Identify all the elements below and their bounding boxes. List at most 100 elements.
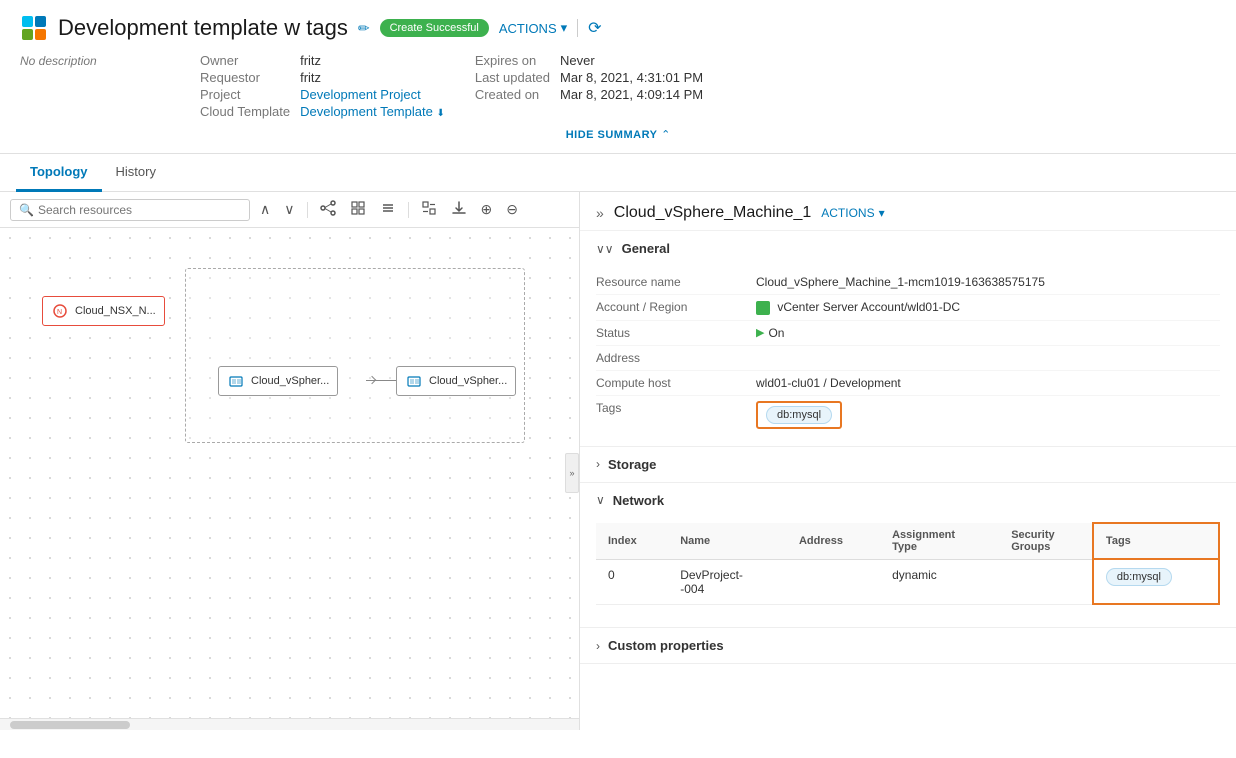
network-section-header[interactable]: ∨ Network (580, 483, 1236, 518)
col-security-groups: SecurityGroups (999, 523, 1093, 560)
grid-view-icon[interactable] (346, 198, 370, 221)
detail-chevron-icon: ▾ (879, 206, 885, 220)
play-icon: ▶ (756, 326, 764, 339)
project-link[interactable]: Development Project (300, 87, 421, 102)
meta-table-left: Owner fritz Requestor fritz Project Deve… (200, 52, 455, 120)
vsphere2-node-icon (405, 372, 423, 390)
general-fields: Resource name Cloud_vSphere_Machine_1-mc… (580, 266, 1236, 446)
detail-title: Cloud_vSphere_Machine_1 (614, 204, 811, 222)
last-updated-value: Mar 8, 2021, 4:31:01 PM (560, 69, 713, 86)
node-vsphere-2[interactable]: Cloud_vSpher... (396, 366, 516, 396)
detail-panel: » Cloud_vSphere_Machine_1 ACTIONS ▾ ∨ Ge… (580, 192, 1236, 730)
topology-scrollbar[interactable] (0, 718, 579, 730)
tag-chip: db:mysql (766, 406, 832, 424)
address-row: Address (596, 346, 1220, 371)
network-chevron-icon: ∨ (596, 493, 605, 507)
refresh-icon[interactable]: ⟳ (588, 18, 601, 38)
cloud-template-link[interactable]: Development Template ⬇ (300, 104, 445, 119)
col-tags: Tags (1093, 523, 1219, 560)
nsx-node-label: Cloud_NSX_N... (75, 305, 156, 317)
topology-group-box (185, 268, 525, 443)
network-table: Index Name Address AssignmentType Securi… (596, 522, 1220, 606)
custom-properties-title: Custom properties (608, 638, 724, 653)
topology-toolbar: 🔍 ∧ ∨ ⊕ ⊖ (0, 192, 579, 228)
scrollbar-thumb[interactable] (10, 721, 130, 729)
tags-label: Tags (596, 401, 756, 415)
nsx-node-icon: N (51, 302, 69, 320)
cell-assignment-type: dynamic (880, 559, 999, 604)
zoom-in-icon[interactable]: ⊕ (477, 199, 497, 220)
topology-panel: 🔍 ∧ ∨ ⊕ ⊖ (0, 192, 580, 730)
account-region-label: Account / Region (596, 300, 756, 314)
tab-topology[interactable]: Topology (16, 154, 102, 192)
detail-collapse-icon[interactable]: » (596, 205, 604, 221)
general-chevron-icon: ∨ (596, 242, 614, 256)
cell-tags: db:mysql (1093, 559, 1219, 604)
resource-name-row: Resource name Cloud_vSphere_Machine_1-mc… (596, 270, 1220, 295)
cell-name: DevProject--004 (668, 559, 787, 604)
tags-row: Tags db:mysql (596, 396, 1220, 434)
col-name: Name (668, 523, 787, 560)
general-section: ∨ General Resource name Cloud_vSphere_Ma… (580, 231, 1236, 447)
cell-index: 0 (596, 559, 668, 604)
table-row: 0 DevProject--004 dynamic db:mysql (596, 559, 1219, 604)
expand-icon: » (569, 468, 574, 478)
status-value: ▶ On (756, 326, 1220, 340)
detail-header: » Cloud_vSphere_Machine_1 ACTIONS ▾ (580, 192, 1236, 231)
panel-expand-handle[interactable]: » (565, 453, 579, 493)
toolbar-separator (307, 202, 308, 218)
cell-address (787, 559, 880, 604)
project-label: Project (200, 86, 300, 103)
requestor-label: Requestor (200, 69, 300, 86)
network-tag-chip: db:mysql (1106, 568, 1172, 586)
resource-name-label: Resource name (596, 275, 756, 289)
col-address: Address (787, 523, 880, 560)
requestor-value: fritz (300, 69, 455, 86)
hide-summary-button[interactable]: HIDE SUMMARY (566, 129, 658, 141)
network-table-wrapper: Index Name Address AssignmentType Securi… (580, 522, 1236, 628)
node-vsphere-1[interactable]: Cloud_vSpher... (218, 366, 338, 396)
storage-section-title: Storage (608, 457, 656, 472)
divider (577, 19, 578, 37)
account-region-value: vCenter Server Account/wld01-DC (756, 300, 1220, 315)
download-icon[interactable] (447, 198, 471, 221)
owner-value: fritz (300, 52, 455, 69)
created-value: Mar 8, 2021, 4:09:14 PM (560, 86, 713, 103)
topology-graph-icon[interactable] (316, 198, 340, 221)
zoom-out-icon[interactable]: ⊖ (502, 199, 522, 220)
custom-properties-header[interactable]: › Custom properties (580, 628, 1236, 663)
node-nsx[interactable]: N Cloud_NSX_N... (42, 296, 165, 326)
compute-host-row: Compute host wld01-clu01 / Development (596, 371, 1220, 396)
vsphere2-node-label: Cloud_vSpher... (429, 375, 507, 387)
list-view-icon[interactable] (376, 198, 400, 221)
storage-section-header[interactable]: › Storage (580, 447, 1236, 482)
address-label: Address (596, 351, 756, 365)
tags-highlight-box: db:mysql (756, 401, 842, 429)
actions-button[interactable]: ACTIONS ▾ (499, 20, 567, 36)
custom-props-chevron-icon: › (596, 639, 600, 653)
vcenter-icon (756, 301, 770, 315)
toolbar-separator-2 (408, 202, 409, 218)
search-box[interactable]: 🔍 (10, 199, 250, 221)
account-region-row: Account / Region vCenter Server Account/… (596, 295, 1220, 321)
tab-history[interactable]: History (102, 154, 170, 192)
vsphere1-node-label: Cloud_vSpher... (251, 375, 329, 387)
chevron-up-icon[interactable]: ⌃ (661, 129, 670, 141)
col-assignment-type: AssignmentType (880, 523, 999, 560)
general-section-header[interactable]: ∨ General (580, 231, 1236, 266)
arrange-icon[interactable] (417, 198, 441, 221)
owner-label: Owner (200, 52, 300, 69)
resource-name-value: Cloud_vSphere_Machine_1-mcm1019-16363857… (756, 275, 1220, 289)
page-header: Development template w tags ✏ Create Suc… (0, 0, 1236, 154)
sort-up-icon[interactable]: ∧ (256, 199, 274, 220)
edit-icon[interactable]: ✏ (358, 20, 370, 37)
expires-label: Expires on (475, 52, 560, 69)
search-icon: 🔍 (19, 203, 34, 217)
general-section-title: General (622, 241, 670, 256)
page-title: Development template w tags (58, 15, 348, 41)
search-input[interactable] (38, 203, 241, 217)
detail-actions-button[interactable]: ACTIONS ▾ (821, 206, 884, 220)
status-label: Status (596, 326, 756, 340)
main-layout: 🔍 ∧ ∨ ⊕ ⊖ (0, 192, 1236, 730)
sort-down-icon[interactable]: ∨ (280, 199, 298, 220)
